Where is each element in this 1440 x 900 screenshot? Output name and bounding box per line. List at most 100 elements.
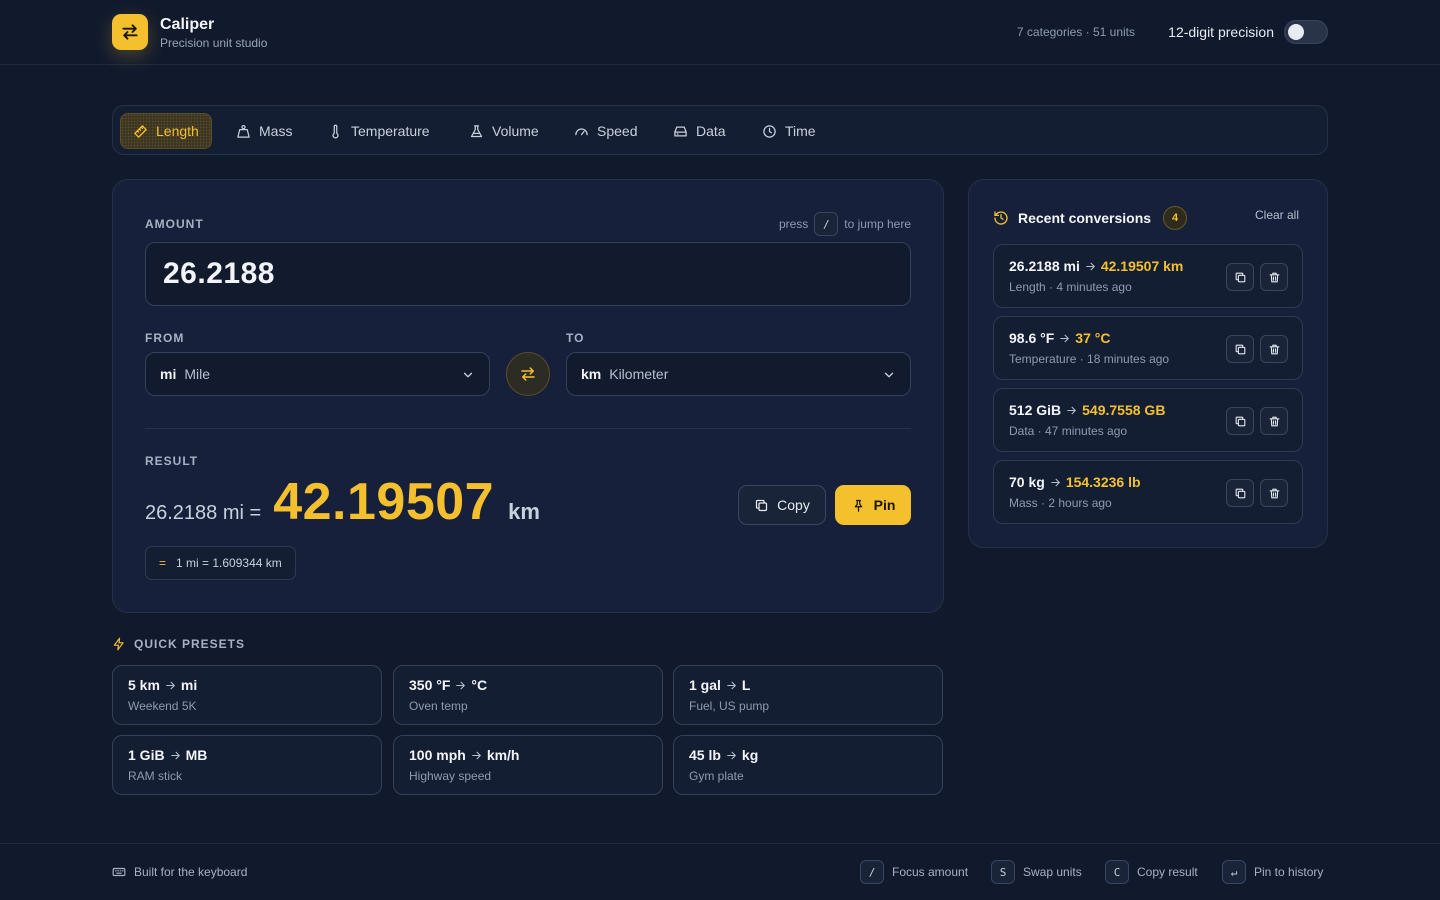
tab-temperature[interactable]: Temperature [320, 113, 438, 149]
ruler-icon [134, 124, 147, 138]
history-item[interactable]: 512 GiB 549.7558 GB Data · 47 minutes ago [993, 388, 1303, 452]
chevron-down-icon [463, 372, 473, 378]
arrow-right-icon [1050, 478, 1060, 486]
swap-units-button[interactable] [506, 352, 550, 396]
shortcut-key: S [991, 860, 1015, 884]
tab-speed[interactable]: Speed [566, 113, 645, 149]
from-unit-name: Mile [184, 366, 211, 382]
arrow-right-icon [1060, 334, 1070, 342]
preset-title: 100 mph km/h [409, 747, 647, 763]
arrow-right-icon [1086, 262, 1095, 270]
history-delete-button[interactable] [1260, 335, 1288, 363]
to-unit-symbol: km [581, 366, 602, 382]
preset-card[interactable]: 350 °F °C Oven temp [393, 665, 663, 725]
presets-title: QUICK PRESETS [134, 637, 246, 651]
equals-icon: = [159, 556, 167, 570]
shortcut-key: / [860, 860, 884, 884]
focus-hint: press / to jump here [779, 212, 911, 236]
shortcut-swap: S Swap units [991, 860, 1082, 884]
shortcut-label: Copy result [1137, 865, 1198, 879]
history-copy-button[interactable] [1226, 335, 1254, 363]
preset-title: 1 GiB MB [128, 747, 366, 763]
flask-icon [470, 124, 483, 137]
weight-icon [237, 124, 250, 138]
tab-volume[interactable]: Volume [461, 113, 547, 149]
tab-label: Volume [492, 123, 539, 139]
arrow-right-icon [471, 751, 481, 759]
tab-mass[interactable]: Mass [228, 113, 300, 149]
preset-card[interactable]: 1 gal L Fuel, US pump [673, 665, 943, 725]
history-delete-button[interactable] [1260, 479, 1288, 507]
history-to: 154.3236 lb [1065, 474, 1141, 490]
presets-header: QUICK PRESETS [112, 637, 245, 651]
history-item[interactable]: 98.6 °F 37 °C Temperature · 18 minutes ag… [993, 316, 1303, 380]
history-item[interactable]: 70 kg 154.3236 lb Mass · 2 hours ago [993, 460, 1303, 524]
history-copy-button[interactable] [1226, 479, 1254, 507]
to-unit-select[interactable]: km Kilometer [566, 352, 911, 396]
history-delete-button[interactable] [1260, 407, 1288, 435]
precision-label: 12-digit precision [1168, 24, 1274, 40]
gauge-icon [575, 127, 588, 135]
preset-caption: Weekend 5K [128, 699, 197, 713]
history-copy-button[interactable] [1226, 263, 1254, 291]
clear-all-button[interactable]: Clear all [1255, 208, 1299, 222]
shortcut-label: Focus amount [892, 865, 969, 879]
recent-count-badge: 4 [1163, 206, 1188, 230]
tab-time[interactable]: Time [754, 113, 824, 149]
preset-title: 1 gal L [689, 677, 927, 693]
divider [145, 428, 911, 429]
arrow-right-icon [170, 751, 180, 759]
clock-icon [763, 124, 776, 138]
to-label: TO [566, 331, 585, 345]
trash-icon [1269, 488, 1279, 498]
result-label: RESULT [145, 454, 199, 468]
preset-to: L [741, 677, 751, 693]
shortcut-focus: / Focus amount [860, 860, 968, 884]
history-to: 42.19507 km [1100, 258, 1184, 274]
preset-card[interactable]: 100 mph km/h Highway speed [393, 735, 663, 795]
from-label: FROM [145, 331, 185, 345]
amount-input[interactable]: 26.2188 [145, 242, 911, 306]
pin-label: Pin [873, 497, 896, 513]
preset-from: 100 mph [409, 747, 466, 763]
history-from: 512 GiB [1009, 402, 1062, 418]
swap-arrows-icon [122, 24, 138, 40]
preset-card[interactable]: 45 lb kg Gym plate [673, 735, 943, 795]
recent-header: Recent conversions 4 [993, 206, 1188, 230]
shortcut-label: Pin to history [1254, 865, 1324, 879]
history-icon [994, 211, 1008, 225]
copy-icon [756, 499, 768, 511]
from-unit-select[interactable]: mi Mile [145, 352, 490, 396]
preset-from: 350 °F [409, 677, 451, 693]
tab-data[interactable]: Data [665, 113, 734, 149]
result-value: 42.19507 [273, 473, 495, 531]
tab-label: Time [785, 123, 816, 139]
preset-title: 45 lb kg [689, 747, 927, 763]
copy-button[interactable]: Copy [738, 485, 826, 525]
precision-toggle[interactable] [1284, 20, 1328, 44]
preset-to: kg [741, 747, 759, 763]
pin-button[interactable]: Pin [835, 485, 911, 525]
history-from: 70 kg [1009, 474, 1045, 490]
arrow-right-icon [727, 681, 736, 689]
arrow-right-icon [456, 681, 466, 689]
from-unit-symbol: mi [160, 366, 177, 382]
recent-title: Recent conversions [1018, 210, 1152, 226]
tab-length[interactable]: Length [120, 113, 212, 149]
preset-card[interactable]: 5 km mi Weekend 5K [112, 665, 382, 725]
preset-caption: RAM stick [128, 769, 182, 783]
copy-label: Copy [777, 497, 810, 513]
shortcut-key: ↵ [1222, 860, 1246, 884]
history-delete-button[interactable] [1260, 263, 1288, 291]
preset-card[interactable]: 1 GiB MB RAM stick [112, 735, 382, 795]
history-item[interactable]: 26.2188 mi 42.19507 km Length · 4 minutes… [993, 244, 1303, 308]
preset-to: km/h [486, 747, 520, 763]
history-to: 37 °C [1075, 330, 1111, 346]
history-from: 98.6 °F [1009, 330, 1055, 346]
pin-icon [854, 499, 862, 512]
trash-icon [1269, 344, 1279, 354]
history-copy-button[interactable] [1226, 407, 1254, 435]
chevron-down-icon [884, 372, 894, 378]
preset-from: 45 lb [689, 747, 721, 763]
shortcut-label: Swap units [1023, 865, 1082, 879]
